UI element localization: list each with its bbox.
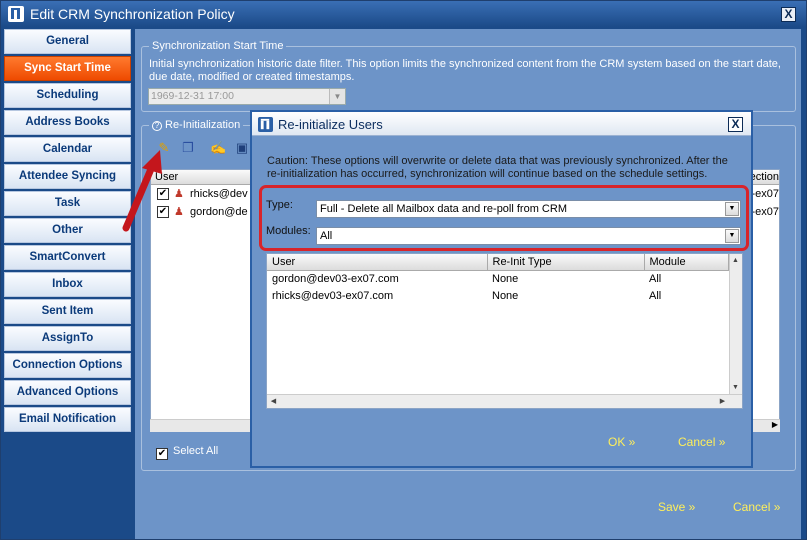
dialog-cancel-button[interactable]: Cancel » (678, 435, 725, 449)
red-annotation-arrow (122, 150, 162, 232)
dialog-title-bar: Re-initialize Users X (252, 112, 751, 136)
table-horizontal-scrollbar[interactable]: ◀ ▶ (267, 394, 742, 408)
save-button[interactable]: Save » (658, 500, 695, 514)
reinitialize-users-dialog: Re-initialize Users X Caution: These opt… (250, 110, 753, 468)
sidebar-item-scheduling[interactable]: Scheduling (4, 83, 131, 108)
cancel-button[interactable]: Cancel » (733, 500, 780, 514)
grid-header-right: ection (749, 171, 779, 183)
sidebar-item-sync-start-time[interactable]: Sync Start Time (4, 56, 131, 81)
modules-select[interactable]: All ▼ (316, 227, 741, 245)
sync-start-legend: Synchronization Start Time (149, 40, 287, 52)
title-bar: Edit CRM Synchronization Policy X (1, 1, 806, 27)
scroll-down-arrow-icon[interactable]: ▼ (730, 382, 741, 393)
table-vertical-scrollbar[interactable]: ▲ ▼ (729, 254, 742, 394)
sidebar-item-sent-item[interactable]: Sent Item (4, 299, 131, 324)
sidebar-item-assignto[interactable]: AssignTo (4, 326, 131, 351)
sidebar-item-smartconvert[interactable]: SmartConvert (4, 245, 131, 270)
column-header-module[interactable]: Module (644, 254, 729, 271)
chevron-down-icon[interactable]: ▼ (725, 229, 739, 243)
chevron-down-icon[interactable]: ▼ (725, 202, 739, 216)
window-title: Edit CRM Synchronization Policy (30, 6, 235, 22)
row-user: rhicks@dev (190, 188, 248, 200)
column-header-reinit-type[interactable]: Re-Init Type (487, 254, 645, 271)
select-all-check[interactable]: ✔ (156, 448, 168, 460)
user-icon: ♟ (174, 206, 184, 218)
scroll-right-arrow-icon[interactable]: ▶ (772, 420, 778, 429)
sidebar-item-connection-options[interactable]: Connection Options (4, 353, 131, 378)
reinit-legend: ? Re-Initialization (149, 119, 244, 131)
save-disk-icon[interactable]: ▣ (234, 140, 250, 156)
sidebar-item-inbox[interactable]: Inbox (4, 272, 131, 297)
start-date-value: 1969-12-31 17:00 (151, 90, 234, 102)
user-icon: ♟ (174, 188, 184, 200)
cell-module: All (649, 289, 662, 302)
ok-button[interactable]: OK » (608, 435, 635, 449)
column-header-user[interactable]: User (267, 254, 488, 271)
scroll-right-arrow-icon[interactable]: ▶ (717, 396, 728, 407)
cell-reinit-type: None (492, 289, 519, 302)
chevron-down-icon[interactable]: ▼ (329, 89, 345, 104)
cell-reinit-type: None (492, 272, 519, 285)
select-all-label: Select All (173, 445, 219, 457)
modules-value: All (320, 230, 333, 242)
start-date-picker[interactable]: 1969-12-31 17:00 ▼ (148, 88, 346, 105)
sidebar-item-advanced-options[interactable]: Advanced Options (4, 380, 131, 405)
cell-module: All (649, 272, 662, 285)
edit-note-icon[interactable]: ✍ (210, 140, 226, 156)
reinit-legend-label: Re-Initialization (165, 119, 241, 131)
row-user: gordon@de (190, 206, 248, 218)
sidebar-item-address-books[interactable]: Address Books (4, 110, 131, 135)
scroll-left-arrow-icon[interactable]: ◀ (268, 396, 279, 407)
type-value: Full - Delete all Mailbox data and re-po… (320, 203, 567, 215)
type-label: Type: (266, 199, 293, 211)
window-close-button[interactable]: X (781, 7, 796, 22)
table-row[interactable]: rhicks@dev03-ex07.com None All (267, 287, 729, 304)
caution-text: Caution: These options will overwrite or… (267, 155, 728, 180)
sync-start-help: Initial synchronization historic date fi… (149, 58, 781, 83)
modules-label: Modules: (266, 225, 311, 237)
app-logo-icon (258, 117, 273, 132)
dialog-close-button[interactable]: X (728, 117, 743, 132)
reinit-users-table: User Re-Init Type Module gordon@dev03-ex… (266, 253, 743, 409)
cell-user: gordon@dev03-ex07.com (272, 272, 399, 285)
app-logo-icon (8, 6, 24, 22)
dialog-title: Re-initialize Users (278, 117, 383, 132)
table-row[interactable]: gordon@dev03-ex07.com None All (267, 270, 729, 287)
copy-icon[interactable]: ❐ (180, 140, 196, 156)
sidebar-item-general[interactable]: General (4, 29, 131, 54)
cell-user: rhicks@dev03-ex07.com (272, 289, 394, 302)
sidebar-item-email-notification[interactable]: Email Notification (4, 407, 131, 432)
select-all-checkbox[interactable]: ✔ Select All (156, 445, 218, 460)
scroll-up-arrow-icon[interactable]: ▲ (730, 255, 741, 266)
type-select[interactable]: Full - Delete all Mailbox data and re-po… (316, 200, 741, 218)
help-icon[interactable]: ? (152, 121, 162, 131)
